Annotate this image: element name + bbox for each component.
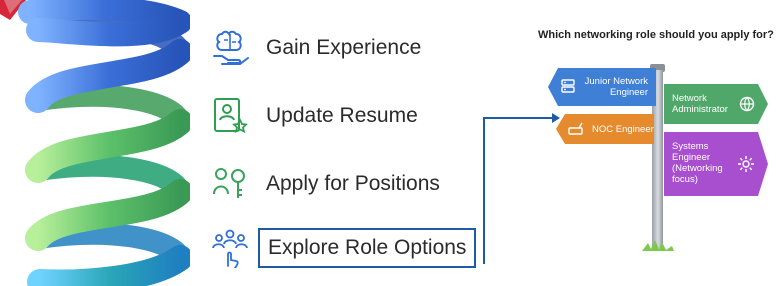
sign-line: (Networking xyxy=(672,163,723,174)
sign-line: Engineer xyxy=(672,152,711,163)
sign-line: Administrator xyxy=(672,104,728,115)
sign-line: Engineer xyxy=(609,87,648,98)
diagram-canvas: Gain Experience Update Resume Apply for … xyxy=(0,0,779,286)
sign-line: NOC Engineer xyxy=(592,124,654,135)
sign-line: Systems xyxy=(672,141,709,152)
sign-line: Junior Network xyxy=(584,76,648,87)
grass-base xyxy=(642,240,674,251)
sign-network-administrator: Network Administrator xyxy=(664,84,768,124)
sign-junior-network-engineer: Junior Network Engineer xyxy=(548,68,656,106)
sign-systems-engineer: Systems Engineer (Networking focus) xyxy=(664,132,768,196)
sign-line: Network xyxy=(672,93,707,104)
question-title: Which networking role should you apply f… xyxy=(538,29,774,41)
sign-line: focus) xyxy=(672,174,698,185)
sign-noc-engineer: NOC Engineer xyxy=(556,114,654,144)
